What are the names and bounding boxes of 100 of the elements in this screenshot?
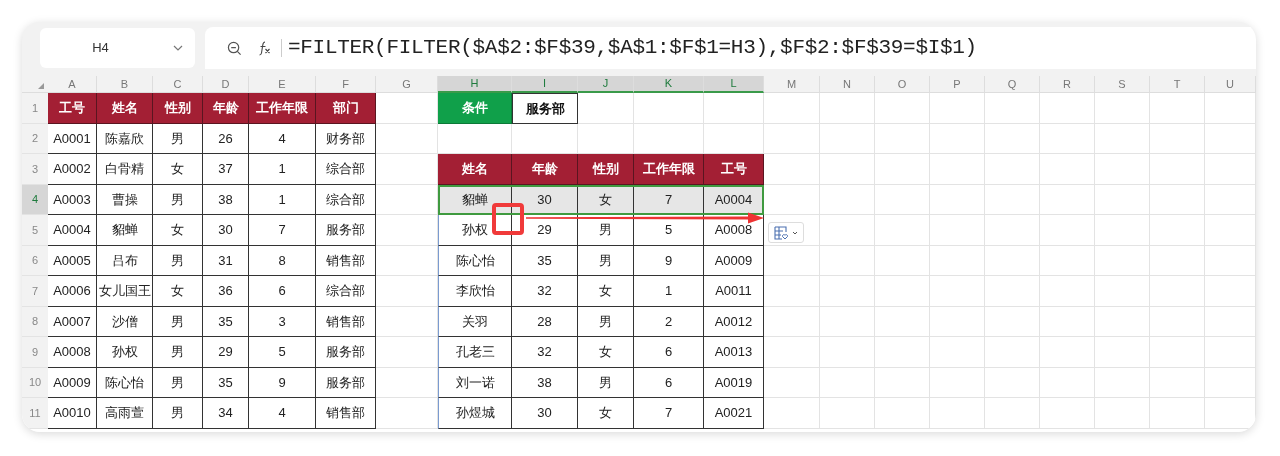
row-header[interactable]: 7: [22, 276, 48, 307]
row-header[interactable]: 10: [22, 367, 48, 398]
table-cell: 4: [249, 398, 316, 429]
table-cell: 30: [512, 398, 578, 429]
table-cell: 女儿国王: [97, 276, 153, 307]
table-cell: 6: [249, 276, 316, 307]
table-cell: 男: [153, 123, 203, 154]
table-cell: A0001: [48, 123, 97, 154]
table-cell: 李欣怡: [438, 276, 512, 307]
table-cell: 年龄: [512, 154, 578, 185]
formula-bar[interactable]: =FILTER(FILTER($A$2:$F$39,$A$1:$F$1=H3),$F$2:$F$39=$I$1): [205, 27, 1256, 69]
table-cell: 条件: [438, 93, 512, 124]
column-header[interactable]: G: [376, 76, 438, 93]
name-box[interactable]: H4: [40, 28, 195, 68]
table-cell: 7: [249, 215, 316, 246]
table-cell: 1: [249, 184, 316, 215]
table-cell: 沙僧: [97, 306, 153, 337]
table-cell: 35: [512, 245, 578, 276]
table-cell: 29: [203, 337, 249, 368]
table-cell: 综合部: [316, 154, 376, 185]
table-cell: 28: [512, 306, 578, 337]
quick-analysis-button[interactable]: [768, 222, 804, 243]
column-header[interactable]: E: [249, 76, 316, 93]
table-cell: 曹操: [97, 184, 153, 215]
table-cell: 8: [249, 245, 316, 276]
column-header[interactable]: B: [97, 76, 153, 93]
row-header[interactable]: 6: [22, 245, 48, 276]
table-cell: 工作年限: [249, 93, 316, 124]
table-cell: 吕布: [97, 245, 153, 276]
table-cell: 男: [153, 245, 203, 276]
table-cell: 销售部: [316, 306, 376, 337]
column-header[interactable]: F: [316, 76, 376, 93]
table-cell: 貂蝉: [97, 215, 153, 246]
table-cell: 销售部: [316, 398, 376, 429]
table-cell: 31: [203, 245, 249, 276]
column-header[interactable]: R: [1040, 76, 1095, 93]
table-cell: A0019: [704, 367, 764, 398]
row-header[interactable]: 1: [22, 93, 48, 124]
column-header[interactable]: U: [1205, 76, 1256, 93]
table-cell: 女: [578, 276, 634, 307]
column-header[interactable]: T: [1150, 76, 1205, 93]
column-header[interactable]: A: [48, 76, 97, 93]
table-cell: 陈心怡: [438, 245, 512, 276]
row-header[interactable]: 9: [22, 337, 48, 368]
row-header[interactable]: 11: [22, 398, 48, 429]
column-header[interactable]: N: [820, 76, 875, 93]
table-cell: A0009: [48, 367, 97, 398]
dropdown-icon[interactable]: [173, 45, 183, 51]
table-cell: 服务部: [316, 367, 376, 398]
row-header[interactable]: 5: [22, 215, 48, 246]
caret-icon: [792, 230, 798, 235]
table-cell: 1: [249, 154, 316, 185]
table-cell: 性别: [153, 93, 203, 124]
table-cell: 4: [249, 123, 316, 154]
table-cell: 2: [634, 306, 704, 337]
table-cell: 36: [203, 276, 249, 307]
row-header[interactable]: 4: [22, 184, 48, 215]
table-cell: 9: [249, 367, 316, 398]
table-cell: 女: [153, 276, 203, 307]
column-header[interactable]: J: [578, 76, 634, 93]
column-header[interactable]: M: [764, 76, 820, 93]
table-cell: 关羽: [438, 306, 512, 337]
table-cell: 女: [153, 215, 203, 246]
table-cell: 服务部: [316, 215, 376, 246]
table-cell: 销售部: [316, 245, 376, 276]
table-cell: A0008: [48, 337, 97, 368]
table-cell: 6: [634, 367, 704, 398]
table-cell: 财务部: [316, 123, 376, 154]
column-header[interactable]: C: [153, 76, 203, 93]
row-header[interactable]: 8: [22, 306, 48, 337]
table-cell: 1: [634, 276, 704, 307]
table-cell: 服务部: [316, 337, 376, 368]
table-cell: 女: [578, 337, 634, 368]
table-cell: 年龄: [203, 93, 249, 124]
column-header[interactable]: H: [438, 76, 512, 93]
row-header[interactable]: 2: [22, 123, 48, 154]
table-cell: 姓名: [97, 93, 153, 124]
table-cell: A0011: [704, 276, 764, 307]
column-header[interactable]: D: [203, 76, 249, 93]
table-cell: 9: [634, 245, 704, 276]
column-header[interactable]: P: [930, 76, 985, 93]
table-cell: 35: [203, 367, 249, 398]
row-header[interactable]: 3: [22, 154, 48, 185]
table-cell: 白骨精: [97, 154, 153, 185]
table-cell: A0003: [48, 184, 97, 215]
table-cell: 男: [578, 306, 634, 337]
table-cell: 32: [512, 337, 578, 368]
zoom-icon[interactable]: [227, 40, 242, 56]
column-header[interactable]: I: [512, 76, 578, 93]
table-cell: 男: [578, 245, 634, 276]
table-cell: 26: [203, 123, 249, 154]
column-header[interactable]: Q: [985, 76, 1040, 93]
column-header[interactable]: L: [704, 76, 764, 93]
formula-text: =FILTER(FILTER($A$2:$F$39,$A$1:$F$1=H3),$F$2:$F$39=$I$1): [288, 35, 977, 62]
column-header[interactable]: S: [1095, 76, 1150, 93]
column-header[interactable]: K: [634, 76, 704, 93]
table-cell: 38: [512, 367, 578, 398]
table-cell: 高雨萱: [97, 398, 153, 429]
table-cell: 陈嘉欣: [97, 123, 153, 154]
column-header[interactable]: O: [875, 76, 930, 93]
